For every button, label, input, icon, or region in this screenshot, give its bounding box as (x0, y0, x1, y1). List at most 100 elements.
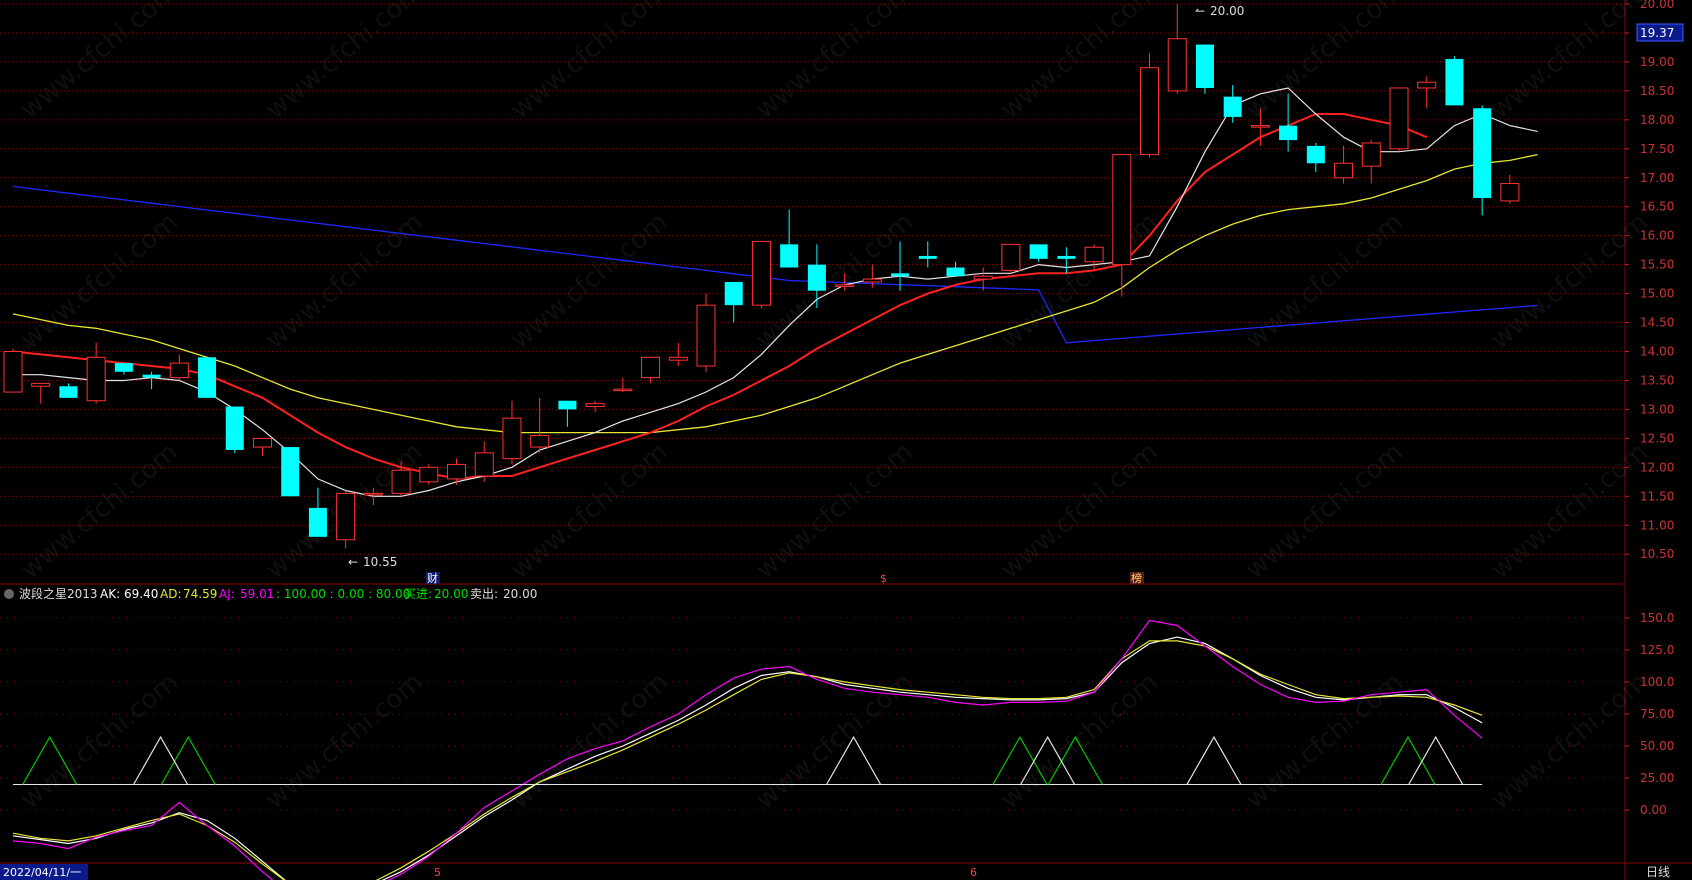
levels-text: : 100.00 : 0.00 : 80.00 (276, 587, 410, 601)
watermark-text: www.cfchi.com (260, 0, 429, 125)
candle-body-up (1140, 67, 1160, 156)
price-axis-label: 16.00 (1640, 229, 1674, 243)
signal-triangle-buy (160, 735, 216, 785)
watermark-text: www.cfchi.com (995, 0, 1164, 125)
watermark-text: www.cfchi.com (15, 437, 184, 585)
ad-value: 74.59 (183, 587, 217, 601)
candle-body-down (918, 255, 937, 259)
signal-triangle-sell (1408, 735, 1464, 785)
candle-body-down (724, 282, 743, 306)
aj-value: 59.01 (240, 587, 274, 601)
event-marker-dollar[interactable]: $ (880, 572, 887, 585)
candle-body-down (114, 363, 133, 372)
candle-body-up (862, 278, 882, 283)
period-label[interactable]: 日线 (1646, 865, 1670, 879)
watermark-text: www.cfchi.com (505, 437, 674, 585)
watermark-text: www.cfchi.com (750, 207, 919, 355)
candle-body-down (225, 406, 244, 450)
buy-label: 买进: (404, 587, 432, 601)
watermark-text: www.cfchi.com (995, 667, 1164, 815)
price-axis-label: 16.50 (1640, 200, 1674, 214)
candle-body-down (1029, 244, 1048, 259)
indicator-axis-label: 100.0 (1640, 675, 1674, 689)
candle-body-up (696, 304, 716, 367)
event-marker-finance[interactable]: 财 (427, 571, 438, 585)
watermark-text: www.cfchi.com (1485, 437, 1654, 585)
candle-body-up (1250, 125, 1270, 128)
high-price-label: 20.00 (1210, 4, 1244, 18)
candle-body-up (835, 284, 855, 287)
ak-label: AK: (100, 587, 120, 601)
candle-body-down (1279, 125, 1298, 141)
candle-body-up (1389, 87, 1409, 150)
candle-body-up (86, 356, 106, 402)
candle-body-up (973, 275, 993, 280)
candle-body-up (474, 452, 494, 477)
indicator-axis-label: 0.00 (1640, 803, 1667, 817)
candle-body-up (1112, 154, 1132, 266)
signal-triangle-sell (1186, 735, 1242, 785)
candle-body-down (807, 264, 826, 291)
price-axis-label: 17.50 (1640, 142, 1674, 156)
indicator-axis-label: 75.00 (1640, 707, 1674, 721)
last-price-label: 19.37 (1640, 26, 1674, 40)
candle-body-up (502, 417, 522, 460)
indicator-name: 波段之星2013 (19, 586, 98, 601)
watermark-text: www.cfchi.com (1240, 0, 1409, 125)
indicator-axis: 150.0 125.0 100.0 75.00 50.00 25.00 0.00 (1625, 611, 1674, 817)
price-axis-label: 18.00 (1640, 113, 1674, 127)
month-mark-may: 5 (434, 866, 441, 879)
watermark-text: www.cfchi.com (1485, 667, 1654, 815)
price-axis-label: 12.50 (1640, 431, 1674, 445)
watermark-text: www.cfchi.com (995, 207, 1164, 355)
candle-body-down (142, 374, 161, 378)
stock-chart: www.cfchi.com www.cfchi.com www.cfchi.com w… (0, 0, 1692, 880)
candle-body-up (447, 463, 467, 480)
candle-body-up (252, 437, 272, 448)
watermark-text: www.cfchi.com (505, 207, 674, 355)
price-axis-label: 14.00 (1640, 345, 1674, 359)
event-marker-ranking[interactable]: 榜 (1131, 571, 1142, 585)
price-axis-label: 11.50 (1640, 489, 1674, 503)
candle-body-down (891, 273, 910, 277)
price-axis-label: 15.00 (1640, 287, 1674, 301)
watermark-text: www.cfchi.com (1485, 0, 1654, 125)
candle-body-up (1084, 246, 1104, 263)
indicator-axis-label: 50.00 (1640, 739, 1674, 753)
month-mark-june: 6 (970, 866, 977, 879)
price-axis-label: 19.00 (1640, 55, 1674, 69)
candle-body-up (1167, 38, 1187, 92)
watermark-text: www.cfchi.com (15, 0, 184, 125)
candle-body-down (558, 400, 577, 410)
price-axis-label: 15.50 (1640, 258, 1674, 272)
indicator-toggle-icon[interactable] (4, 589, 14, 599)
watermark-text: www.cfchi.com (1485, 207, 1654, 355)
ak-value: 69.40 (124, 587, 158, 601)
candle-body-down (1057, 255, 1076, 259)
candle-body-up (1001, 243, 1021, 271)
watermark-text: www.cfchi.com (1240, 437, 1409, 585)
candle-body-up (1417, 81, 1437, 89)
candle-body-down (946, 267, 965, 277)
watermark-text: www.cfchi.com (15, 207, 184, 355)
price-axis-label: 18.50 (1640, 84, 1674, 98)
indicator-axis-label: 125.0 (1640, 643, 1674, 657)
candle-body-down (1223, 96, 1242, 117)
indicator-axis-label: 25.00 (1640, 771, 1674, 785)
watermark-text: www.cfchi.com (750, 667, 919, 815)
watermark-text: www.cfchi.com (505, 0, 674, 125)
candle-body-up (613, 388, 633, 392)
candle-body-down (1306, 145, 1325, 164)
candle-body-up (1334, 162, 1354, 179)
candle-body-up (363, 492, 383, 496)
watermark-text: www.cfchi.com (995, 437, 1164, 585)
candle-body-up (3, 351, 23, 393)
buy-value: 20.00 (434, 587, 468, 601)
candle-body-up (391, 469, 411, 494)
candle-body-down (780, 244, 799, 268)
indicator-axis-label: 150.0 (1640, 611, 1674, 625)
watermark-text: www.cfchi.com (1240, 207, 1409, 355)
signal-triangle-buy (1380, 735, 1436, 785)
candle-body-up (419, 466, 439, 483)
ad-label: AD: (160, 587, 182, 601)
